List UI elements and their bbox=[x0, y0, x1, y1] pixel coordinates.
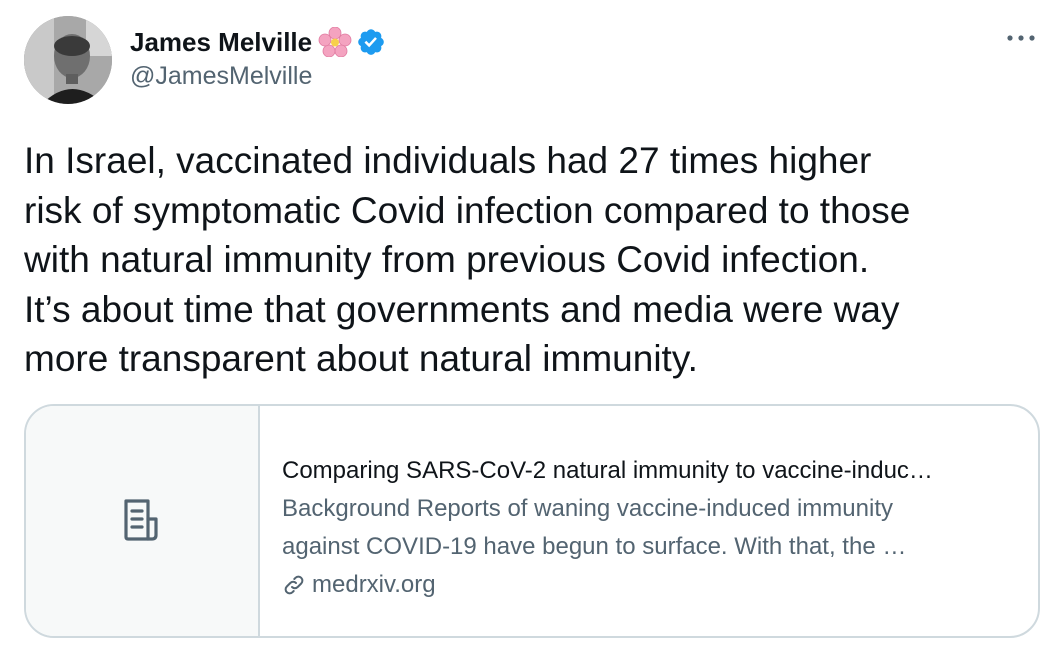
link-card[interactable]: Comparing SARS-CoV-2 natural immunity to… bbox=[24, 404, 1040, 638]
card-description-line-1: Background Reports of waning vaccine-ind… bbox=[282, 495, 893, 522]
card-body: Comparing SARS-CoV-2 natural immunity to… bbox=[260, 406, 1038, 636]
card-domain[interactable]: medrxiv.org bbox=[282, 566, 1016, 604]
author-display-name[interactable]: James Melville bbox=[130, 27, 312, 58]
card-title[interactable]: Comparing SARS-CoV-2 natural immunity to… bbox=[282, 452, 1016, 490]
cherry-blossom-icon bbox=[318, 27, 352, 57]
verified-badge-icon[interactable] bbox=[356, 27, 386, 57]
author-handle[interactable]: @JamesMelville bbox=[130, 62, 312, 91]
tweet-text: In Israel, vaccinated individuals had 27… bbox=[24, 140, 911, 379]
card-thumbnail bbox=[26, 406, 260, 636]
link-icon bbox=[284, 575, 304, 595]
card-domain-text: medrxiv.org bbox=[312, 571, 436, 598]
more-horizontal-icon bbox=[1007, 35, 1035, 41]
author-name-row: James Melville bbox=[130, 26, 386, 58]
card-description-line-2: against COVID-19 have begun to surface. … bbox=[282, 533, 907, 560]
avatar[interactable] bbox=[24, 16, 112, 104]
more-options-button[interactable] bbox=[1004, 28, 1038, 48]
article-icon bbox=[124, 499, 158, 541]
